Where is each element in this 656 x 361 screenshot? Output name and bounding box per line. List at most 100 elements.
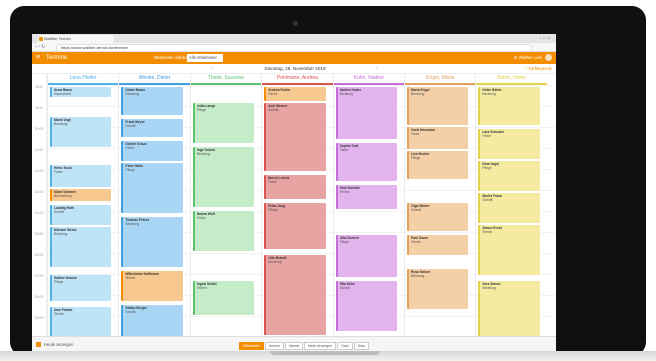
view-switcher: Mitarbeiter Woche Monat Mehr Anzeigen Gast Di… [239, 342, 370, 350]
appointment[interactable]: Nina Vogel Pflege [478, 161, 540, 191]
time-label: 13:00 [34, 190, 44, 194]
appointment[interactable]: Klara Sommer Behandlung [50, 189, 112, 201]
view-tab[interactable]: Gast [337, 342, 353, 350]
appointment[interactable]: Olga Winter Schnitt [407, 203, 469, 231]
appointment[interactable]: Carla Neumann Farbe [407, 127, 469, 149]
today-icon[interactable] [36, 342, 41, 347]
staff-column-header[interactable]: Kühn, Nadine [333, 73, 404, 85]
view-tab[interactable]: Mitarbeiter [239, 342, 264, 350]
appointment-service: Termin [196, 286, 207, 290]
appointment-service: Schnitt [268, 108, 279, 112]
appointment[interactable]: Simon Ernst Termin [478, 225, 540, 275]
appointment[interactable]: Moritz Frank Schnitt [478, 193, 540, 223]
appointment[interactable]: Bernd Lorenz Farbe [264, 175, 326, 199]
appointment[interactable]: Anna Bauer Haarschnitt [50, 87, 112, 97]
appointment-service: Beratung [268, 260, 282, 264]
time-label: 9:00 [35, 106, 43, 110]
appointment-service: Farbe [125, 146, 135, 150]
appointment[interactable]: Ingrid Seidel Termin [192, 281, 255, 315]
time-label: 11:00 [34, 148, 44, 152]
view-tab[interactable]: Woche [264, 342, 285, 350]
appointment[interactable]: Emil Schmitt Termin [335, 185, 397, 209]
appointment[interactable]: Uwe Franke Termin [50, 307, 112, 337]
staff-column-header[interactable]: Engel, Maria [405, 73, 476, 85]
appointment[interactable]: Paul Sauer Termin [407, 235, 469, 255]
appointment-service: Farbe [482, 134, 492, 138]
time-column: 8:00 9:00 10:00 11:00 12:00 13:00 14:00 15:00 16… [32, 73, 47, 336]
staff-column-header[interactable]: Lena Pfeifer [48, 73, 119, 85]
hamburger-menu-icon[interactable]: ≡ [36, 52, 40, 64]
appointment[interactable]: Inge Schulz Beratung [192, 147, 255, 207]
appointment[interactable]: Erika Jung Pflege [264, 203, 326, 249]
appointment[interactable]: Michael Weiss Beratung [50, 227, 112, 267]
appointment-service: Haarschnitt [54, 92, 71, 96]
staff-select[interactable]: Alle Mitarbeiter [187, 54, 223, 62]
appointment-service: Beratung [54, 232, 68, 236]
appointment[interactable]: Ulla Dietrich Pflege [335, 235, 397, 277]
view-tab[interactable]: Mehr Anzeigen [304, 342, 337, 350]
color-legend-link[interactable]: + Farblegende [525, 64, 552, 73]
appointment-service: Beratung [339, 92, 353, 96]
appointment[interactable]: Jutta Lange Pflege [192, 103, 255, 143]
appointment[interactable]: Günter Kraus Farbe [121, 141, 183, 161]
appointment-service: Pflege [196, 108, 207, 112]
appointment-service: Pflege [125, 168, 135, 172]
window-controls[interactable]: –□× [539, 35, 552, 40]
appointment[interactable]: Vera Simon Beratung [478, 281, 540, 337]
browser-tab[interactable]: Walther Termin [38, 35, 114, 43]
staff-column-header[interactable]: Thiele, Susanne [190, 73, 262, 85]
staff-column-header[interactable]: Pohlmann, Andrea [262, 73, 333, 85]
appointment[interactable]: Lara Schuster Farbe [478, 129, 540, 159]
appointment-service: Schnitt [482, 198, 493, 202]
prev-day-icon[interactable]: ‹ [212, 64, 214, 73]
appointment[interactable]: Frank Meyer Schnitt [121, 119, 183, 137]
appointment-service: Beratung [411, 274, 425, 278]
nav-arrows-icon[interactable]: ‹ › ↻ [35, 43, 45, 51]
appointment[interactable]: Sabine Krause Pflege [50, 275, 112, 301]
appointment-service: Beratung [125, 222, 139, 226]
appointment[interactable]: Heike Böhm Beratung [478, 87, 540, 125]
appointment[interactable]: Nadine Huber Beratung [335, 87, 397, 139]
laptop-bezel: Walther Termin –□× ‹ › ↻ https://www.wal… [10, 6, 646, 356]
app-header: ≡ Termine Mitarbeiter wählen: Alle Mitar… [32, 52, 556, 64]
appointment-service: Beratung [482, 92, 496, 96]
show-today-label[interactable]: Heute anzeigen [44, 337, 73, 352]
appointment[interactable]: Ludwig Roth Schnitt [50, 205, 112, 225]
time-label: 19:00 [34, 316, 44, 320]
appointment[interactable]: Stefan Berger Schnitt [121, 305, 183, 337]
appointment[interactable]: Peter Hahn Pflege [121, 163, 183, 213]
appointment[interactable]: Rosa Kaiser Beratung [407, 269, 469, 309]
appointment-service: Beratung [54, 122, 68, 126]
time-label: 18:00 [34, 295, 44, 299]
appointment[interactable]: Maria Engel Beratung [407, 87, 469, 125]
user-menu[interactable]: ⚙ Walther Lieb [514, 52, 552, 64]
staff-column: Pohlmann, Andrea Andrea Fuchs Pause Axel We… [261, 73, 333, 336]
address-bar[interactable]: https://www.walther-termin.de/termine [56, 44, 532, 52]
staff-column-header[interactable]: Wenke, Dieter [119, 73, 190, 85]
appointment[interactable]: Thomas Peters Beratung [121, 217, 183, 267]
appointment[interactable]: Rita Kühn Schnitt [335, 281, 397, 331]
staff-column: Lena Pfeifer Anna Bauer Haarschnitt Maria V… [47, 73, 119, 337]
appointment-service: Schnitt [125, 124, 136, 128]
appointment[interactable]: Hanna Wolf Farbe [192, 211, 255, 251]
appointment[interactable]: Sophie Graf Farbe [335, 143, 397, 181]
avatar [545, 54, 552, 62]
time-label: 12:00 [34, 169, 44, 173]
appointment[interactable]: Heinz Koch Farbe [50, 165, 112, 187]
calendar-grid: 8:00 9:00 10:00 11:00 12:00 13:00 14:00 15:00 16… [32, 73, 556, 337]
appointment[interactable]: Dieter Braun Beratung [121, 87, 183, 115]
staff-column-header[interactable]: Böhm, Heike [476, 73, 547, 85]
staff-column: Wenke, Dieter Dieter Braun Beratung Frank M… [118, 73, 190, 337]
view-tab[interactable]: Dias [353, 342, 369, 350]
appointment[interactable]: Axel Werner Schnitt [264, 103, 326, 171]
camera [293, 21, 298, 26]
appointment-service: Termin [482, 230, 493, 234]
appointment-service: Beratung [196, 152, 211, 156]
appointment[interactable]: Lisa Becker Pflege [407, 151, 469, 179]
appointment[interactable]: Andrea Fuchs Pause [264, 87, 326, 101]
appointment[interactable]: Maria Vogt Beratung [50, 117, 112, 147]
appointment[interactable]: Otto Brandt Beratung [264, 255, 326, 335]
appointment[interactable]: Wilhelmine Hoffmann Termin [121, 271, 183, 301]
next-day-icon[interactable]: › [376, 64, 378, 73]
view-tab[interactable]: Monat [285, 342, 304, 350]
